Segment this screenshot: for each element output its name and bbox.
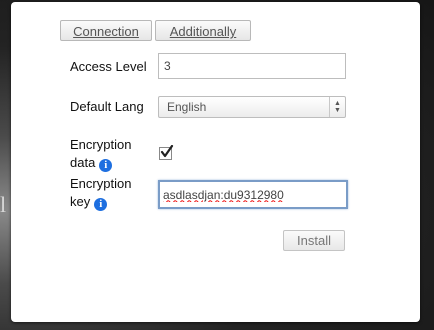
default-lang-select[interactable]: English ▲ ▼ [158,96,346,118]
info-icon[interactable]: i [99,159,113,172]
encryption-key-input[interactable] [158,180,348,209]
install-button[interactable]: Install [283,230,345,251]
encryption-key-label-line2: key [70,194,91,209]
encryption-data-checkbox[interactable] [159,145,174,160]
encryption-key-label-line1: Encryption [70,176,132,191]
tab-additionally[interactable]: Additionally [155,20,251,41]
encryption-key-label: Encryption key i [70,175,131,211]
select-arrows-icon: ▲ ▼ [329,97,345,117]
background-text: l [0,192,7,217]
checkmark-icon [160,145,174,158]
encryption-data-label-line1: Encryption [70,137,132,152]
encryption-data-label-line2: data [70,155,96,170]
access-level-input[interactable] [158,53,346,79]
encryption-data-label: Encryption data i [70,136,131,172]
settings-panel: Connection Additionally Access Level Def… [11,2,420,322]
tab-connection[interactable]: Connection [60,20,152,41]
info-icon[interactable]: i [94,198,108,211]
default-lang-label: Default Lang [70,99,144,114]
default-lang-value: English [167,100,207,114]
access-level-label: Access Level [70,59,147,74]
